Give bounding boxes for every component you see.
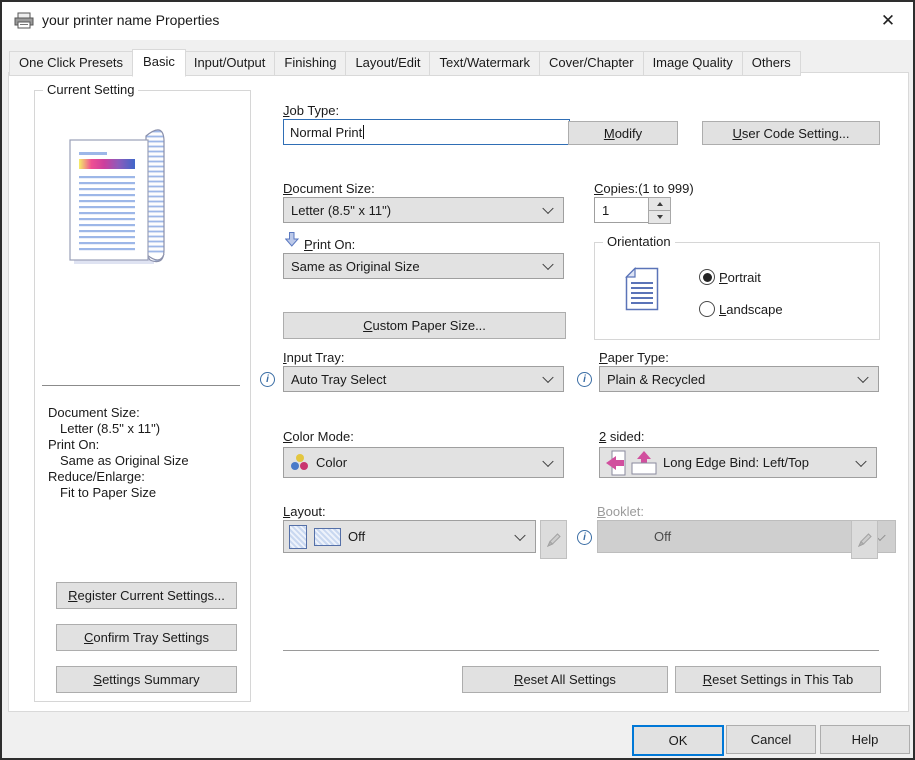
chevron-down-icon [542,455,553,466]
close-icon[interactable]: ✕ [873,6,903,36]
layout-settings-button [540,520,567,559]
tab-layout-edit[interactable]: Layout/Edit [346,51,430,76]
current-setting-divider [42,385,240,386]
document-size-value: Letter (8.5" x 11") [291,203,391,218]
spin-down-icon [657,215,663,219]
custom-paper-size-button[interactable]: Custom Paper Size... [283,312,566,339]
edit-pen-icon [857,532,873,548]
booklet-settings-button [851,520,878,559]
tab-cover-chapter[interactable]: Cover/Chapter [540,51,644,76]
summary-print-on-label: Print On: [48,437,99,452]
text-caret [363,125,364,139]
orientation-group-label: Orientation [603,234,675,249]
print-on-value: Same as Original Size [291,259,420,274]
ok-button[interactable]: OK [632,725,724,756]
confirm-tray-settings-button[interactable]: Confirm Tray Settings [56,624,237,651]
copies-spin-up-button[interactable] [648,197,671,211]
printer-icon [14,12,34,29]
spin-up-icon [657,202,663,206]
paper-type-label: Paper Type: [599,350,669,365]
document-size-select[interactable]: Letter (8.5" x 11") [283,197,564,223]
landscape-radio[interactable] [699,301,715,317]
summary-print-on-value: Same as Original Size [60,453,189,468]
user-code-setting-button[interactable]: User Code Setting... [702,121,880,145]
job-type-label: Job Type: [283,103,339,118]
tab-text-watermark[interactable]: Text/Watermark [430,51,540,76]
content-divider [283,650,879,651]
copies-label: Copies:(1 to 999) [594,181,694,196]
landscape-radio-label: Landscape [719,302,783,317]
summary-reduce-enlarge-value: Fit to Paper Size [60,485,156,500]
window-title: your printer name Properties [42,12,219,28]
paper-type-info-icon[interactable]: i [577,372,592,387]
chevron-down-icon [855,455,866,466]
tab-image-quality[interactable]: Image Quality [644,51,743,76]
input-tray-value: Auto Tray Select [291,372,386,387]
chevron-down-icon [542,372,553,383]
layout-portrait-page-icon [289,525,307,549]
chevron-down-icon [514,529,525,540]
edit-pen-icon [546,532,562,548]
landscape-option[interactable]: Landscape [699,301,783,317]
settings-summary-button[interactable]: Settings Summary [56,666,237,693]
chevron-down-icon [542,203,553,214]
summary-document-size-value: Letter (8.5" x 11") [60,421,160,436]
input-tray-label: Input Tray: [283,350,344,365]
document-size-label: Document Size: [283,181,375,196]
modify-button[interactable]: Modify [568,121,678,145]
orientation-group: Orientation Portrait Landscape [594,242,880,340]
tab-finishing[interactable]: Finishing [275,51,346,76]
help-button[interactable]: Help [820,725,910,754]
layout-label: Layout: [283,504,326,519]
layout-value: Off [348,529,365,544]
paper-type-value: Plain & Recycled [607,372,705,387]
summary-document-size-label: Document Size: [48,405,140,420]
tab-basic[interactable]: Basic [132,49,186,77]
summary-reduce-enlarge-label: Reduce/Enlarge: [48,469,145,484]
booklet-info-icon[interactable]: i [577,530,592,545]
printer-properties-dialog: your printer name Properties ✕ One Click… [0,0,915,760]
portrait-page-icon [625,267,659,311]
copies-input[interactable]: 1 [594,197,653,223]
title-bar: your printer name Properties ✕ [2,2,913,40]
print-on-label: Print On: [304,237,355,252]
tab-one-click-presets[interactable]: One Click Presets [9,51,133,76]
tab-bar: One Click Presets Basic Input/Output Fin… [9,49,801,76]
tab-others[interactable]: Others [743,51,801,76]
job-type-value: Normal Print [290,125,362,140]
register-current-settings-button[interactable]: Register Current Settings... [56,582,237,609]
layout-select[interactable]: Off [283,520,536,553]
chevron-down-icon [542,259,553,270]
cancel-button[interactable]: Cancel [726,725,816,754]
color-mode-label: Color Mode: [283,429,354,444]
portrait-option[interactable]: Portrait [699,269,761,285]
two-sided-value: Long Edge Bind: Left/Top [663,455,809,470]
two-sided-label: 2 sided: [599,429,645,444]
layout-landscape-page-icon [314,528,341,546]
copies-spin-down-button[interactable] [648,210,671,224]
current-setting-preview-image [60,114,190,282]
input-tray-info-icon[interactable]: i [260,372,275,387]
tab-input-output[interactable]: Input/Output [185,51,276,76]
print-on-select[interactable]: Same as Original Size [283,253,564,279]
two-sided-select[interactable]: Long Edge Bind: Left/Top [599,447,877,478]
portrait-radio[interactable] [699,269,715,285]
color-mode-select[interactable]: Color [283,447,564,478]
down-arrow-icon [285,232,299,247]
duplex-top-edge-icon [631,451,658,475]
color-dots-icon [291,454,309,471]
input-tray-select[interactable]: Auto Tray Select [283,366,564,392]
booklet-label: Booklet: [597,504,644,519]
booklet-value: Off [654,529,671,544]
color-mode-value: Color [316,455,347,470]
current-setting-group-label: Current Setting [43,82,138,97]
chevron-down-icon [857,372,868,383]
portrait-radio-label: Portrait [719,270,761,285]
job-type-input[interactable]: Normal Print [283,119,570,145]
duplex-long-edge-icon [605,450,626,476]
reset-all-settings-button[interactable]: Reset All Settings [462,666,668,693]
copies-value: 1 [602,203,609,218]
paper-type-select[interactable]: Plain & Recycled [599,366,879,392]
reset-settings-in-tab-button[interactable]: Reset Settings in This Tab [675,666,881,693]
